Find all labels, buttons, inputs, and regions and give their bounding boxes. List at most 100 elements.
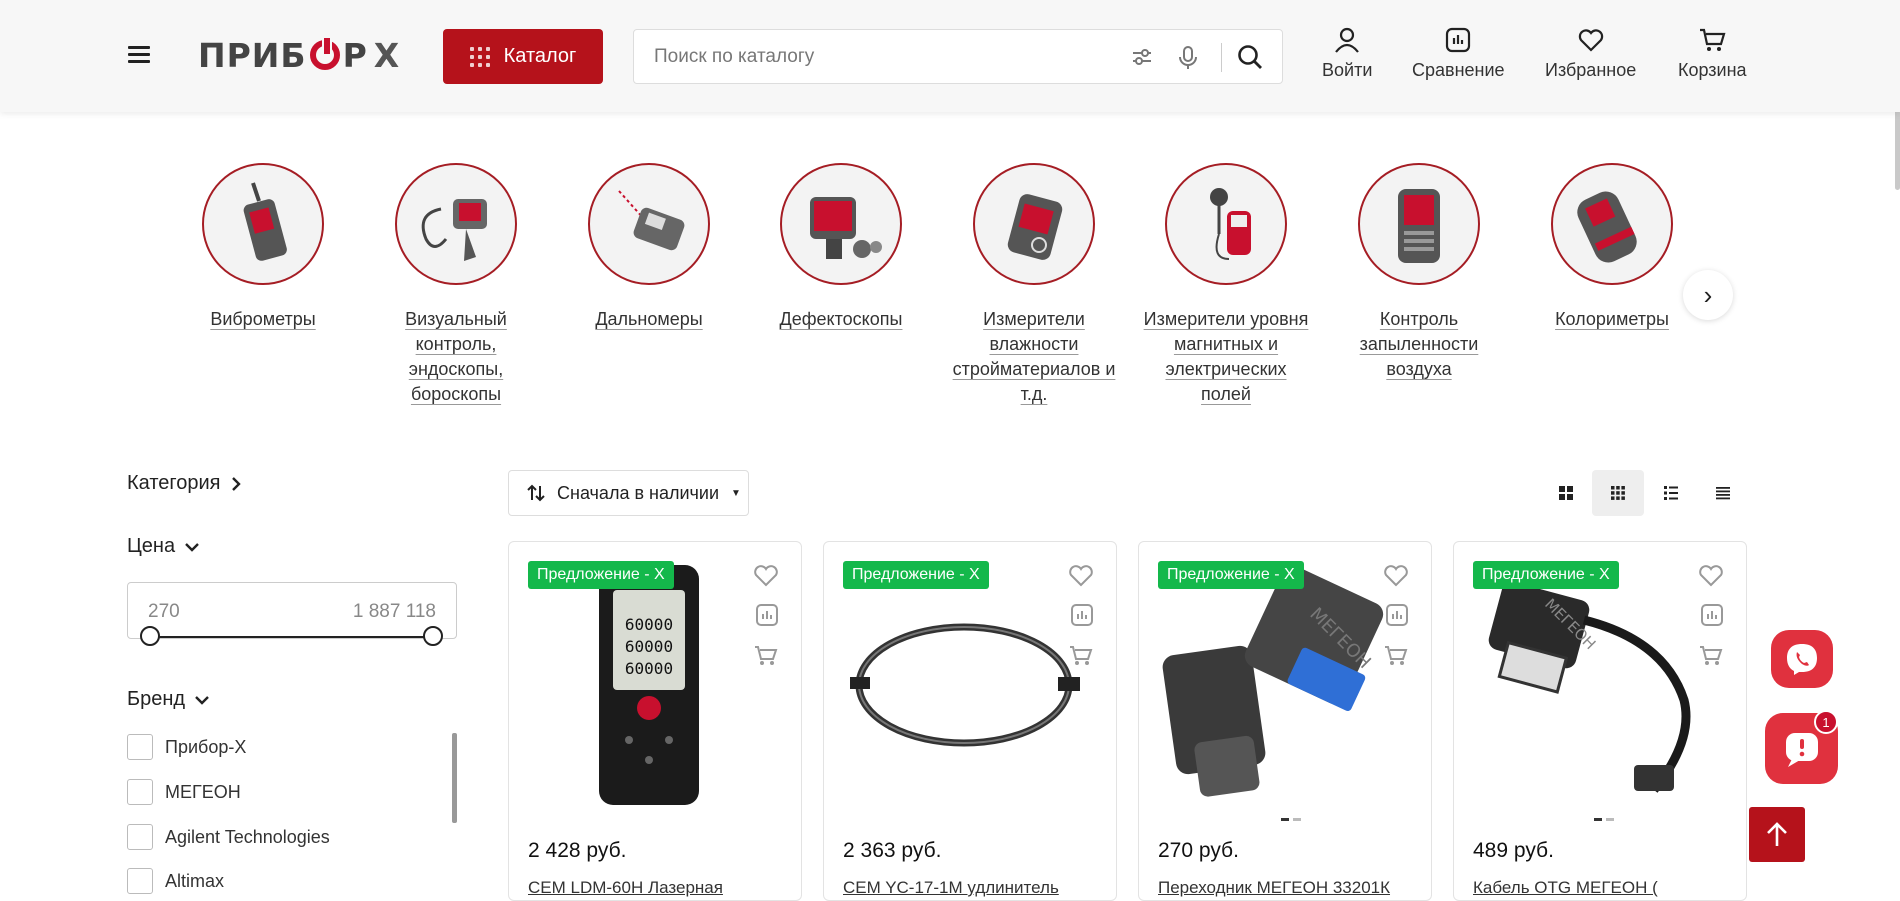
- category-item-colorimeters[interactable]: Колориметры: [1527, 163, 1697, 332]
- grid-small-icon: [1611, 486, 1625, 500]
- filter-price-title: Цена: [127, 535, 176, 557]
- category-label: Дефектоскопы: [779, 309, 903, 329]
- catalog-button[interactable]: Каталог: [443, 29, 603, 84]
- filter-price-toggle[interactable]: Цена: [127, 535, 199, 558]
- price-min[interactable]: 270: [148, 601, 180, 623]
- filter-brand-title: Бренд: [127, 688, 186, 710]
- compare-icon[interactable]: [1385, 603, 1409, 627]
- list-icon: [1664, 486, 1678, 500]
- chat-bubble-icon: [1785, 732, 1818, 767]
- view-small-grid-button[interactable]: [1592, 470, 1644, 516]
- category-item-field-meters[interactable]: Измерители уровня магнитных и электричес…: [1141, 163, 1311, 407]
- arrow-up-icon: [1767, 821, 1787, 846]
- heart-icon[interactable]: [1698, 564, 1724, 588]
- logo-text-left: ПРИБ: [198, 35, 307, 75]
- logo-x: X: [373, 35, 401, 75]
- product-name-link[interactable]: Кабель OTG МЕГЕОН (: [1473, 878, 1733, 898]
- category-item-endoscopes[interactable]: Визуальный контроль, эндоскопы, бороскоп…: [371, 163, 541, 407]
- category-label: Дальномеры: [595, 309, 703, 329]
- category-item-rangefinders[interactable]: Дальномеры: [564, 163, 734, 332]
- add-to-cart-icon[interactable]: [1698, 643, 1724, 667]
- filter-settings-icon[interactable]: [1131, 46, 1153, 68]
- brand-checkbox[interactable]: [127, 734, 153, 760]
- product-card[interactable]: Предложение - X 2 363 руб. CEM YC-17-1M …: [823, 541, 1117, 901]
- grid-dots-icon: [469, 46, 490, 67]
- category-item-vibrometers[interactable]: Виброметры: [178, 163, 348, 332]
- product-price: 2 428 руб.: [528, 839, 627, 862]
- add-to-cart-icon[interactable]: [1068, 643, 1094, 667]
- sort-dropdown[interactable]: Сначала в наличии ▼: [508, 470, 749, 516]
- logo[interactable]: ПРИБ Р X: [198, 34, 400, 76]
- compare-button[interactable]: Сравнение: [1412, 26, 1505, 81]
- cart-button[interactable]: Корзина: [1678, 26, 1747, 81]
- field-meter-icon: [1165, 163, 1287, 285]
- category-item-moisture-meters[interactable]: Измерители влажности стройматериалов и т…: [949, 163, 1119, 407]
- grid-large-icon: [1559, 486, 1573, 500]
- microphone-icon[interactable]: [1177, 46, 1199, 70]
- product-card[interactable]: 60000 60000 60000 Предложение - X 2 428 ру…: [508, 541, 802, 901]
- product-card[interactable]: МЕГЕОН Предложение - X 489 руб. Кабель O…: [1453, 541, 1747, 901]
- endoscope-icon: [395, 163, 517, 285]
- compare-icon[interactable]: [755, 603, 779, 627]
- filter-category-toggle[interactable]: Категория: [127, 472, 241, 495]
- image-pager[interactable]: [1281, 818, 1301, 821]
- brand-option[interactable]: Altimax: [127, 868, 224, 894]
- brand-label: Altimax: [165, 870, 225, 891]
- category-item-dust-control[interactable]: Контроль запыленности воздуха: [1334, 163, 1504, 382]
- filter-brand-toggle[interactable]: Бренд: [127, 688, 209, 711]
- chevron-right-icon: [231, 476, 241, 491]
- brand-checkbox[interactable]: [127, 868, 153, 894]
- search-bar: [633, 29, 1283, 84]
- brand-label: Agilent Technologies: [165, 826, 330, 847]
- brand-option[interactable]: МЕГЕОН: [127, 779, 241, 805]
- product-image[interactable]: МЕГЕОН: [1474, 557, 1714, 812]
- carousel-next-button[interactable]: ›: [1683, 270, 1733, 320]
- favorites-button[interactable]: Избранное: [1545, 26, 1636, 81]
- heart-icon[interactable]: [1383, 564, 1409, 588]
- price-slider-min-handle[interactable]: [140, 626, 160, 646]
- menu-icon[interactable]: [128, 46, 150, 64]
- phone-chat-icon: [1787, 644, 1817, 675]
- cart-label: Корзина: [1678, 60, 1747, 80]
- product-image[interactable]: МЕГЕОН: [1159, 557, 1399, 812]
- brand-checkbox[interactable]: [127, 824, 153, 850]
- search-input[interactable]: [654, 45, 1114, 68]
- brand-label: Прибор-Х: [165, 736, 247, 757]
- chevron-right-icon: ›: [1703, 279, 1713, 310]
- add-to-cart-icon[interactable]: [1383, 643, 1409, 667]
- scroll-to-top-button[interactable]: [1749, 807, 1805, 862]
- product-name-link[interactable]: CEM LDM-60H Лазерная: [528, 878, 788, 898]
- category-item-flaw-detectors[interactable]: Дефектоскопы: [756, 163, 926, 332]
- brand-list-scrollbar[interactable]: [452, 733, 457, 823]
- brand-checkbox[interactable]: [127, 779, 153, 805]
- image-pager[interactable]: [1594, 818, 1614, 821]
- product-image[interactable]: [844, 557, 1084, 812]
- login-button[interactable]: Войти: [1322, 26, 1372, 81]
- product-image[interactable]: 60000 60000 60000: [529, 557, 769, 812]
- view-large-grid-button[interactable]: [1540, 470, 1592, 516]
- search-icon[interactable]: [1237, 44, 1263, 70]
- compare-icon[interactable]: [1070, 603, 1094, 627]
- product-name-link[interactable]: CEM YC-17-1M удлинитель: [843, 878, 1103, 898]
- price-slider-track: [150, 636, 434, 638]
- brand-option[interactable]: Прибор-Х: [127, 734, 246, 760]
- dust-meter-icon: [1358, 163, 1480, 285]
- price-range-field[interactable]: 270 1 887 118: [127, 582, 457, 639]
- price-max[interactable]: 1 887 118: [353, 601, 436, 623]
- chevron-down-icon: [195, 695, 209, 705]
- add-to-cart-icon[interactable]: [753, 643, 779, 667]
- view-list-button[interactable]: [1645, 470, 1697, 516]
- offer-badge: Предложение - X: [528, 561, 674, 589]
- heart-icon[interactable]: [1068, 564, 1094, 588]
- heart-icon: [1578, 29, 1603, 52]
- product-name-link[interactable]: Переходник МЕГЕОН 33201К: [1158, 878, 1418, 898]
- compare-icon[interactable]: [1700, 603, 1724, 627]
- heart-icon[interactable]: [753, 564, 779, 588]
- viber-button[interactable]: [1771, 630, 1833, 688]
- category-label: Виброметры: [210, 309, 316, 329]
- product-card[interactable]: МЕГЕОН Предложение - X 270 руб. Переходн…: [1138, 541, 1432, 901]
- view-compact-list-button[interactable]: [1697, 470, 1749, 516]
- price-slider-max-handle[interactable]: [423, 626, 443, 646]
- brand-option[interactable]: Agilent Technologies: [127, 824, 330, 850]
- svg-text:60000: 60000: [625, 615, 673, 634]
